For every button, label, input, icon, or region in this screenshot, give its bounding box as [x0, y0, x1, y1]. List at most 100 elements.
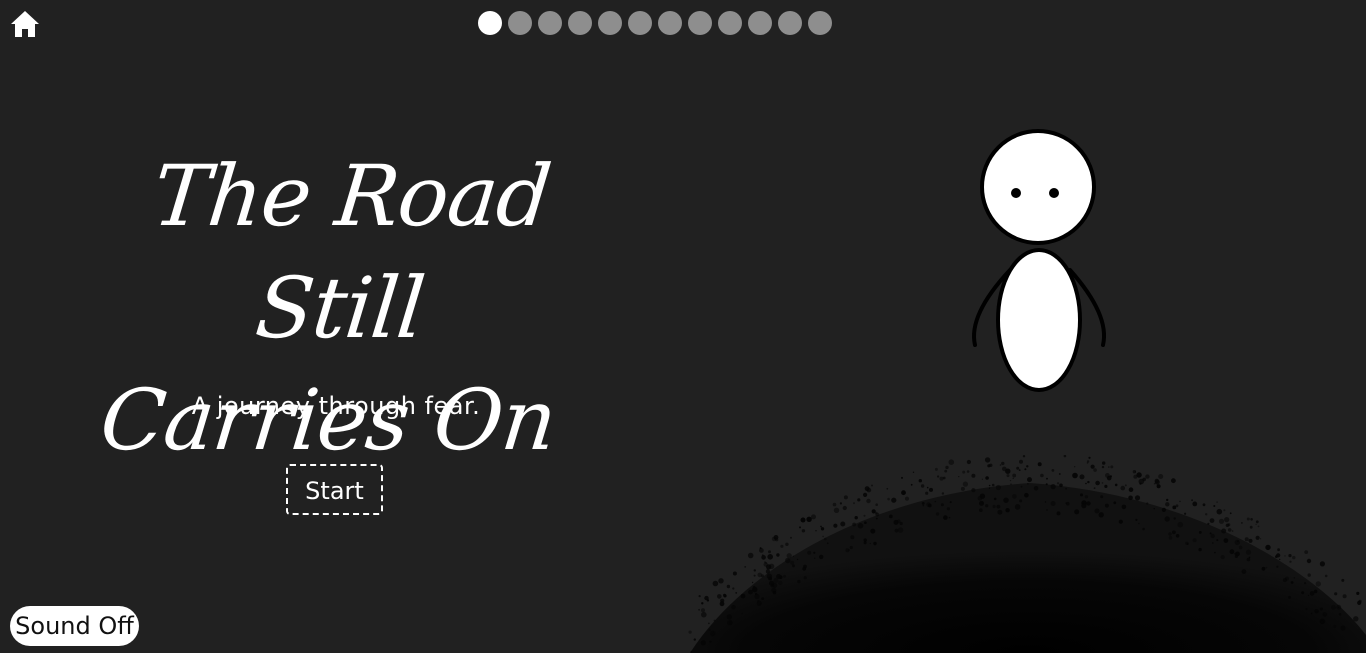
hill-speckle [1005, 508, 1010, 513]
progress-dot-12[interactable] [808, 11, 832, 35]
hill-speckle [1101, 482, 1104, 484]
hill-speckle [717, 594, 722, 599]
hill-speckle [875, 503, 878, 506]
hill-speckle [1209, 518, 1215, 523]
hill-speckle [897, 527, 904, 533]
hill-speckle [942, 476, 946, 480]
hill-speckle [958, 476, 960, 478]
hill-speckle [1288, 554, 1292, 558]
hill-speckle [1128, 487, 1134, 492]
hill-speckle [887, 497, 890, 501]
hill-speckle [1333, 624, 1337, 628]
hill-speckle [864, 521, 867, 524]
home-button[interactable] [10, 10, 40, 38]
hill-speckle [910, 483, 913, 486]
hill-speckle [1161, 507, 1166, 512]
right-eye [1049, 188, 1059, 198]
hill-speckle [1046, 477, 1048, 480]
hill-speckle [1304, 582, 1307, 585]
hill-speckle [1012, 494, 1017, 499]
hill-speckle [1289, 560, 1292, 563]
hill-speckle [1074, 466, 1076, 468]
hill-speckle [806, 516, 812, 522]
hill-speckle [1026, 465, 1029, 468]
start-button[interactable]: Start [286, 464, 383, 515]
hill-speckle [857, 523, 864, 529]
progress-dot-10[interactable] [748, 11, 772, 35]
hill-speckle [759, 548, 764, 553]
progress-dot-11[interactable] [778, 11, 802, 35]
hill-speckle [1134, 495, 1141, 501]
hill-speckle [1282, 578, 1287, 583]
hill-speckle [1051, 469, 1055, 472]
hill-speckle [1198, 531, 1202, 534]
hill-speckle [813, 551, 816, 554]
hill-speckle [1334, 592, 1338, 596]
hill-speckle [894, 528, 899, 533]
hill-speckle [1134, 471, 1136, 473]
hill-speckle [1225, 523, 1230, 527]
hill-speckle [891, 497, 897, 503]
hill-speckle [1191, 499, 1193, 502]
hill-speckle [1045, 483, 1048, 486]
stick-figure-character [960, 120, 1120, 400]
hill-speckle [1218, 518, 1225, 524]
hill-speckle [753, 569, 756, 572]
hill-speckle [845, 548, 850, 553]
hill-speckle [1106, 475, 1112, 481]
hill-speckle [991, 483, 995, 487]
hill-speckle [842, 505, 847, 511]
hill-speckle [799, 526, 801, 529]
progress-dot-9[interactable] [718, 11, 742, 35]
hill-speckle [1024, 468, 1027, 471]
hill-speckle [780, 544, 784, 548]
hill-speckle [701, 611, 707, 618]
hill-speckle [871, 484, 873, 487]
hill-speckle [1234, 554, 1238, 558]
hill-speckle [1257, 525, 1260, 528]
hill-speckle [815, 530, 817, 532]
hill-speckle [1072, 472, 1078, 479]
progress-dot-1[interactable] [478, 11, 502, 35]
hill-speckle [747, 552, 754, 559]
hill-speckle [1044, 501, 1047, 503]
hill-speckle [1063, 455, 1067, 458]
progress-dot-7[interactable] [658, 11, 682, 35]
hill-speckle [765, 569, 770, 574]
progress-dot-6[interactable] [628, 11, 652, 35]
hill-speckle [1310, 612, 1313, 615]
hill-speckle [843, 495, 848, 500]
hill-speckle [1093, 487, 1096, 489]
hill-speckle [966, 459, 971, 465]
hill-speckle [1058, 473, 1061, 475]
sound-toggle-button[interactable]: Sound Off [10, 606, 139, 646]
hill-speckle [801, 529, 806, 533]
hill-speckle [1309, 591, 1315, 596]
hill-speckle [1216, 501, 1218, 503]
progress-dot-4[interactable] [568, 11, 592, 35]
hill-speckle [833, 507, 840, 513]
hill-speckle [1010, 483, 1012, 485]
hill-speckle [992, 504, 996, 509]
hill-speckle [698, 595, 701, 598]
hill-speckle [1304, 550, 1309, 554]
hill-speckle [701, 602, 704, 605]
progress-dot-2[interactable] [508, 11, 532, 35]
hill-speckle [811, 514, 816, 520]
hill-speckle [768, 550, 771, 554]
hill-speckle [1319, 561, 1325, 567]
hill-speckle [832, 502, 837, 507]
hill-speckle [1229, 549, 1235, 555]
hill-speckle [1338, 613, 1342, 616]
hill-speckle [732, 587, 735, 590]
hill-speckle [824, 537, 827, 541]
hill-speckle [1353, 616, 1359, 622]
hill-speckle [708, 622, 710, 625]
hill-speckle [1168, 536, 1173, 540]
progress-dot-8[interactable] [688, 11, 712, 35]
hill-speckle [1192, 538, 1197, 543]
hill-speckle [1265, 566, 1268, 569]
progress-dot-3[interactable] [538, 11, 562, 35]
progress-dot-5[interactable] [598, 11, 622, 35]
hill-speckle [946, 507, 950, 511]
